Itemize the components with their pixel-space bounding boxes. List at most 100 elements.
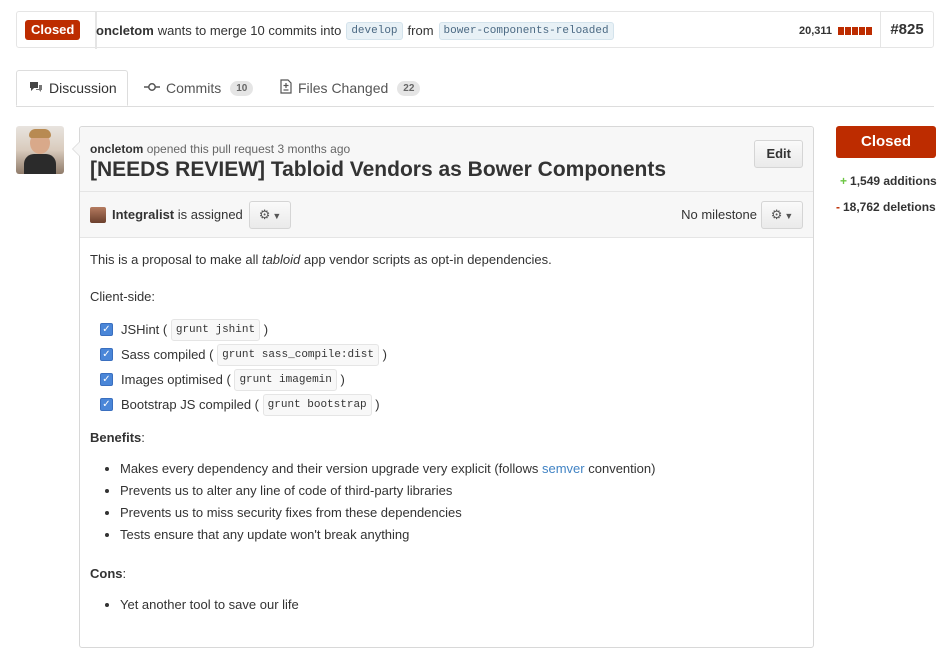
tab-files-changed[interactable]: Files Changed 22	[280, 70, 421, 106]
list-item: Yet another tool to save our life	[120, 594, 803, 616]
checkbox-checked-icon[interactable]: ✓	[100, 373, 113, 386]
task-end: )	[263, 321, 269, 337]
intro-paragraph: This is a proposal to make all tabloid a…	[90, 251, 803, 269]
commit-icon	[144, 81, 160, 95]
semver-link[interactable]: semver	[542, 461, 585, 476]
list-item: Makes every dependency and their version…	[120, 458, 803, 480]
comment-icon	[29, 81, 43, 96]
state-badge: Closed	[25, 20, 81, 40]
milestone-gear-button[interactable]: ⚙ ▼	[761, 201, 803, 229]
milestone-label: No milestone	[681, 207, 757, 222]
checkbox-checked-icon[interactable]: ✓	[100, 398, 113, 411]
benefits-list: Makes every dependency and their version…	[90, 458, 803, 546]
tab-label: Files Changed	[298, 80, 389, 96]
assignee-gear-button[interactable]: ⚙ ▼	[249, 201, 291, 229]
intro-emphasis: tabloid	[261, 252, 301, 267]
author-link[interactable]: oncletom	[96, 23, 154, 38]
chevron-down-icon: ▼	[784, 211, 794, 221]
intro-text: This is a proposal to make all	[90, 252, 262, 267]
merge-summary: oncletom wants to merge 10 commits into …	[95, 12, 619, 49]
plus-icon: +	[840, 174, 848, 188]
list-item-text-end: convention)	[584, 461, 656, 476]
list-item: Prevents us to miss security fixes from …	[120, 502, 803, 524]
edit-button[interactable]: Edit	[754, 140, 803, 168]
task-code: grunt jshint	[170, 318, 261, 341]
task-label: Sass compiled (	[121, 346, 214, 362]
assignee-avatar	[90, 207, 106, 223]
list-item: Tests ensure that any update won't break…	[120, 524, 803, 546]
tab-label: Discussion	[49, 80, 117, 96]
tab-discussion[interactable]: Discussion	[16, 70, 128, 106]
task-list: ✓ JSHint ( grunt jshint ) ✓ Sass compile…	[90, 317, 803, 417]
pr-tabs: Discussion Commits 10 Files Changed 22	[16, 70, 934, 107]
gear-icon: ⚙	[770, 207, 783, 222]
task-code: grunt sass_compile:dist	[217, 343, 379, 366]
list-item: Prevents us to alter any line of code of…	[120, 480, 803, 502]
closed-state-button[interactable]: Closed	[836, 126, 936, 158]
diffstat-bars	[838, 26, 873, 35]
task-label: JSHint (	[121, 321, 168, 337]
opener-link[interactable]: oncletom	[90, 142, 143, 156]
task-item: ✓ Bootstrap JS compiled ( grunt bootstra…	[100, 392, 803, 417]
task-item: ✓ Sass compiled ( grunt sass_compile:dis…	[100, 342, 803, 367]
assignee-bar: Integralist is assigned ⚙ ▼ No milestone …	[80, 192, 813, 238]
opened-text: opened this pull request 3 months ago	[146, 142, 351, 156]
diffstat-bar	[852, 26, 858, 35]
assignee-link[interactable]: Integralist	[112, 207, 174, 222]
checkbox-checked-icon[interactable]: ✓	[100, 348, 113, 361]
head-branch[interactable]: bower-components-reloaded	[438, 21, 614, 40]
task-code: grunt imagemin	[234, 368, 337, 391]
discussion-header: oncletom opened this pull request 3 mont…	[80, 127, 813, 192]
avatar-body	[24, 154, 56, 174]
assignee-info: Integralist is assigned	[112, 207, 243, 222]
benefits-heading: Benefits:	[90, 430, 145, 445]
task-end: )	[382, 346, 387, 362]
file-diff-icon	[280, 79, 292, 97]
intro-text-end: app vendor scripts as opt-in dependencie…	[300, 252, 552, 267]
task-item: ✓ JSHint ( grunt jshint )	[100, 317, 803, 342]
tab-commits[interactable]: Commits 10	[144, 70, 254, 106]
opened-meta: oncletom opened this pull request 3 mont…	[90, 142, 350, 156]
files-counter: 22	[397, 80, 421, 96]
avatar-hair	[29, 129, 51, 138]
task-item: ✓ Images optimised ( grunt imagemin )	[100, 367, 803, 392]
diffstat-bar	[859, 26, 865, 35]
task-label: Bootstrap JS compiled (	[121, 396, 260, 412]
diff-total: 20,311	[798, 24, 832, 37]
tab-label: Commits	[166, 80, 222, 96]
deletions-stat: -18,762 deletions	[836, 200, 936, 214]
pr-number: #825	[880, 12, 933, 47]
task-code: grunt bootstrap	[262, 393, 372, 416]
deletions-text: 18,762 deletions	[843, 200, 936, 214]
chevron-down-icon: ▼	[272, 211, 282, 221]
additions-stat: +1,549 additions	[840, 174, 937, 188]
benefits-title: Benefits	[90, 430, 142, 445]
additions-text: 1,549 additions	[850, 174, 937, 188]
task-end: )	[340, 371, 345, 387]
list-item-text: Makes every dependency and their version…	[120, 461, 542, 476]
author-avatar[interactable]	[16, 126, 64, 174]
diffstat-bar	[845, 26, 851, 35]
cons-title: Cons	[90, 566, 123, 581]
cons-list: Yet another tool to save our life	[90, 594, 803, 616]
pull-request-description: oncletom opened this pull request 3 mont…	[72, 126, 814, 648]
client-side-heading: Client-side:	[90, 289, 156, 304]
assigned-text: is assigned	[177, 207, 243, 222]
pull-request-header: Closed oncletom wants to merge 10 commit…	[16, 11, 934, 49]
commits-counter: 10	[230, 80, 254, 96]
from-text: from	[407, 23, 434, 38]
diffstat: 20,311	[799, 12, 873, 49]
gear-icon: ⚙	[258, 207, 271, 222]
diffstat-bar	[838, 26, 844, 35]
diffstat-bar	[866, 26, 872, 35]
checkbox-checked-icon[interactable]: ✓	[100, 323, 113, 336]
pr-title: [NEEDS REVIEW] Tabloid Vendors as Bower …	[90, 158, 667, 181]
description-body: This is a proposal to make all tabloid a…	[80, 238, 813, 616]
task-label: Images optimised (	[121, 371, 231, 387]
summary-text: wants to merge 10 commits into	[157, 23, 342, 38]
base-branch[interactable]: develop	[346, 21, 403, 40]
task-end: )	[375, 396, 380, 412]
minus-icon: -	[836, 200, 840, 214]
bubble-arrow	[72, 141, 80, 157]
cons-heading: Cons:	[90, 566, 127, 581]
